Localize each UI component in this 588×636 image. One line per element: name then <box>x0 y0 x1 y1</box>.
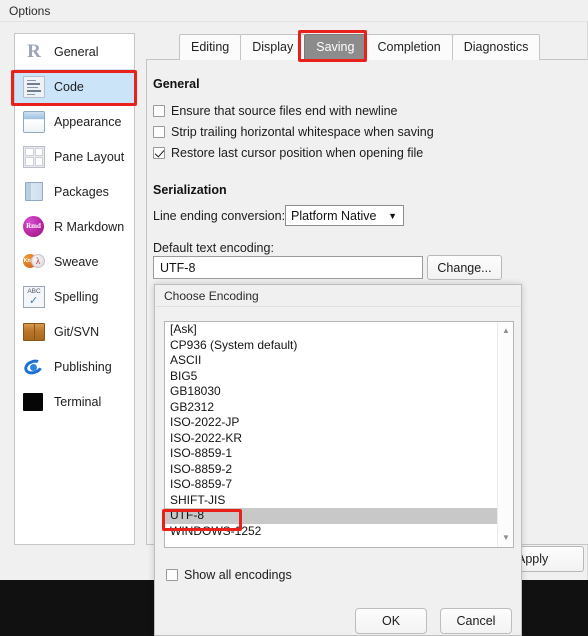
sweave-pdf-icon: Knitr λ <box>23 251 45 273</box>
sidebar-item-label: Publishing <box>54 359 112 374</box>
sidebar-item-appearance[interactable]: Appearance <box>15 104 134 139</box>
checkbox-label: Ensure that source files end with newlin… <box>171 104 398 118</box>
line-ending-select[interactable]: Platform Native ▼ <box>285 205 404 226</box>
general-section-heading: General <box>153 77 200 91</box>
tab-diagnostics[interactable]: Diagnostics <box>451 34 541 60</box>
sidebar-item-label: General <box>54 44 99 59</box>
publish-orbit-icon <box>22 356 45 378</box>
list-item[interactable]: ASCII <box>165 353 497 369</box>
list-item[interactable]: ISO-8859-2 <box>165 462 497 478</box>
sidebar-item-label: Packages <box>54 184 109 199</box>
sidebar-item-general[interactable]: R General <box>15 34 134 69</box>
list-item[interactable]: GB18030 <box>165 384 497 400</box>
encoding-list-items[interactable]: [Ask] CP936 (System default) ASCII BIG5 … <box>165 322 497 547</box>
tab-saving[interactable]: Saving <box>304 34 367 60</box>
ok-button[interactable]: OK <box>355 608 427 634</box>
line-ending-label: Line ending conversion: <box>153 209 286 223</box>
abc-check-icon: ABC ✓ <box>23 285 45 308</box>
list-item[interactable]: SHIFT-JIS <box>165 493 497 509</box>
sidebar-item-label: R Markdown <box>54 219 125 234</box>
sidebar-item-sweave[interactable]: Knitr λ Sweave <box>15 244 134 279</box>
sidebar-item-spelling[interactable]: ABC ✓ Spelling <box>15 279 134 314</box>
checkbox-strip-whitespace[interactable] <box>153 126 165 138</box>
rmd-badge-icon: Rmd <box>23 215 45 238</box>
sidebar-item-label: Code <box>54 79 84 94</box>
scroll-down-icon[interactable]: ▼ <box>498 530 514 546</box>
sidebar-item-label: Terminal <box>54 394 102 409</box>
options-category-sidebar[interactable]: R General Code Appearance Pane Layout Pa… <box>14 33 135 545</box>
default-encoding-label: Default text encoding: <box>153 241 274 255</box>
serialization-section-heading: Serialization <box>153 183 227 197</box>
list-item[interactable]: GB2312 <box>165 400 497 416</box>
cancel-button[interactable]: Cancel <box>440 608 512 634</box>
encoding-dialog-title: Choose Encoding <box>164 289 259 303</box>
list-item[interactable]: ISO-8859-1 <box>165 446 497 462</box>
sidebar-item-publishing[interactable]: Publishing <box>15 349 134 384</box>
checkbox-strip-whitespace-row[interactable]: Strip trailing horizontal whitespace whe… <box>153 125 434 139</box>
sidebar-item-label: Pane Layout <box>54 149 125 164</box>
checkbox-label: Strip trailing horizontal whitespace whe… <box>171 125 434 139</box>
checkbox-restore-cursor[interactable] <box>153 147 165 159</box>
list-item[interactable]: CP936 (System default) <box>165 338 497 354</box>
settings-tabstrip[interactable]: Editing Display Saving Completion Diagno… <box>179 33 541 60</box>
tab-editing[interactable]: Editing <box>179 34 242 60</box>
checkbox-label: Restore last cursor position when openin… <box>171 146 424 160</box>
list-item[interactable]: ISO-8859-7 <box>165 477 497 493</box>
code-document-icon <box>23 75 45 98</box>
tab-display[interactable]: Display <box>240 34 306 60</box>
tab-completion[interactable]: Completion <box>365 34 453 60</box>
sidebar-item-label: Spelling <box>54 289 99 304</box>
line-ending-value: Platform Native <box>291 208 377 223</box>
scroll-up-icon[interactable]: ▲ <box>498 323 514 339</box>
list-item[interactable]: WINDOWS-1252 <box>165 524 497 540</box>
box-icon <box>23 321 45 343</box>
change-encoding-button[interactable]: Change... <box>427 255 502 280</box>
sidebar-item-label: Git/SVN <box>54 324 100 339</box>
show-all-encodings-row[interactable]: Show all encodings <box>166 568 292 582</box>
sidebar-item-packages[interactable]: Packages <box>15 174 134 209</box>
default-encoding-value: UTF-8 <box>160 260 196 275</box>
list-item[interactable]: [Ask] <box>165 322 497 338</box>
book-icon <box>23 181 45 203</box>
list-item-selected[interactable]: UTF-8 <box>165 508 497 524</box>
sidebar-item-terminal[interactable]: Terminal <box>15 384 134 419</box>
window-title-bar: Options <box>0 0 588 22</box>
chevron-down-icon: ▼ <box>388 210 397 221</box>
default-encoding-input[interactable]: UTF-8 <box>153 256 423 279</box>
choose-encoding-dialog: Choose Encoding [Ask] CP936 (System defa… <box>154 284 522 636</box>
checkbox-ensure-newline[interactable] <box>153 105 165 117</box>
encoding-list-scrollbar[interactable]: ▲ ▼ <box>497 322 513 547</box>
sidebar-item-code[interactable]: Code <box>15 69 134 104</box>
list-item[interactable]: ISO-2022-JP <box>165 415 497 431</box>
sidebar-item-git-svn[interactable]: Git/SVN <box>15 314 134 349</box>
paint-bucket-icon <box>23 110 45 133</box>
checkbox-restore-cursor-row[interactable]: Restore last cursor position when openin… <box>153 146 423 160</box>
sidebar-item-r-markdown[interactable]: Rmd R Markdown <box>15 209 134 244</box>
terminal-icon <box>23 391 45 413</box>
encoding-dialog-title-bar: Choose Encoding <box>155 285 521 307</box>
list-item[interactable]: BIG5 <box>165 369 497 385</box>
sidebar-item-label: Appearance <box>54 114 122 129</box>
encoding-listbox[interactable]: [Ask] CP936 (System default) ASCII BIG5 … <box>164 321 514 548</box>
checkbox-ensure-newline-row[interactable]: Ensure that source files end with newlin… <box>153 104 398 118</box>
sidebar-item-pane-layout[interactable]: Pane Layout <box>15 139 134 174</box>
r-logo-icon: R <box>27 40 41 62</box>
sidebar-item-label: Sweave <box>54 254 99 269</box>
window-title: Options <box>9 4 51 18</box>
show-all-encodings-label: Show all encodings <box>184 568 292 582</box>
list-item[interactable]: ISO-2022-KR <box>165 431 497 447</box>
grid-panes-icon <box>23 145 45 168</box>
show-all-encodings-checkbox[interactable] <box>166 569 178 581</box>
